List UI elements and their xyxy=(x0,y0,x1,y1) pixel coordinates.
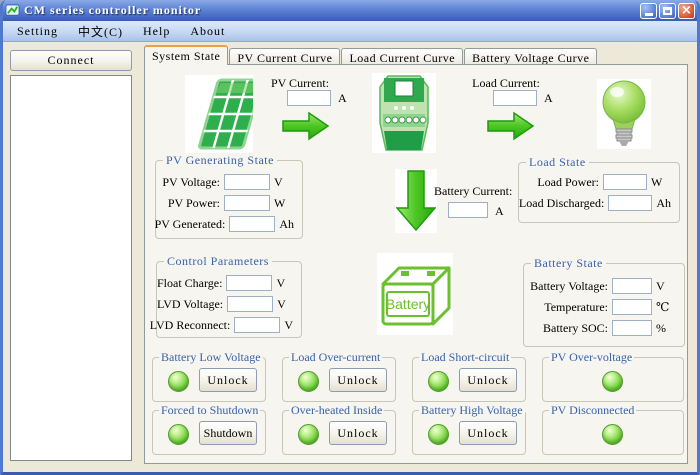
menu-setting[interactable]: Setting xyxy=(8,23,67,40)
close-icon[interactable]: × xyxy=(678,3,695,19)
pv-over-voltage-led xyxy=(602,371,623,392)
pv-current-unit: A xyxy=(338,91,347,106)
group-battery-state: Battery State Battery Voltage: V Tempera… xyxy=(523,263,685,347)
pv-current-label: PV Current: xyxy=(257,76,343,91)
load-power-field[interactable] xyxy=(603,174,647,190)
load-over-current-unlock-button[interactable]: Unlock xyxy=(329,368,387,392)
tab-system-state[interactable]: System State xyxy=(144,45,228,65)
device-list[interactable] xyxy=(10,75,132,461)
minimize-icon[interactable] xyxy=(640,3,657,19)
alarm-battery-low-voltage: Battery Low Voltage Unlock xyxy=(152,357,266,402)
battery-soc-field[interactable] xyxy=(612,320,652,336)
battery-high-voltage-led xyxy=(428,424,449,445)
group-pv-generating-state: PV Generating State PV Voltage: V PV Pow… xyxy=(155,160,303,239)
battery-current-unit: A xyxy=(495,204,504,219)
system-state-panel: PV Current: A Load Current xyxy=(144,64,688,464)
pv-flow-arrow-icon xyxy=(282,111,330,141)
tab-pv-current-curve[interactable]: PV Current Curve xyxy=(229,48,340,65)
battery-voltage-field[interactable] xyxy=(612,278,652,294)
app-icon xyxy=(5,3,20,18)
group-load-state: Load State Load Power: W Load Discharged… xyxy=(518,162,680,223)
titlebar[interactable]: CM series controller monitor × xyxy=(0,0,700,21)
menu-bar: Setting 中文(C) Help About xyxy=(0,21,700,42)
alarm-battery-high-voltage: Battery High Voltage Unlock xyxy=(412,410,526,455)
load-flow-arrow-icon xyxy=(487,111,535,141)
svg-text:Battery: Battery xyxy=(386,296,430,312)
load-discharged-field[interactable] xyxy=(608,195,652,211)
over-heated-inside-led xyxy=(298,424,319,445)
battery-low-voltage-unlock-button[interactable]: Unlock xyxy=(199,368,257,392)
battery-current-label: Battery Current: xyxy=(434,184,512,199)
temperature-field[interactable] xyxy=(612,299,652,315)
battery-flow-arrow-icon xyxy=(395,169,437,233)
menu-language[interactable]: 中文(C) xyxy=(69,22,132,41)
solar-panel-icon xyxy=(185,75,253,153)
client-area: Connect System State PV Current Curve Lo… xyxy=(3,42,697,472)
lvd-voltage-field[interactable] xyxy=(227,296,273,312)
lvd-reconnect-field[interactable] xyxy=(234,317,280,333)
alarm-grid: Battery Low Voltage Unlock Load Over-cur… xyxy=(152,357,684,455)
battery-current-field[interactable] xyxy=(448,202,488,218)
float-charge-field[interactable] xyxy=(226,275,272,291)
pv-disconnected-led xyxy=(602,424,623,445)
light-bulb-icon xyxy=(597,79,651,149)
pv-voltage-field[interactable] xyxy=(224,174,270,190)
alarm-over-heated-inside: Over-heated Inside Unlock xyxy=(282,410,396,455)
tab-strip: System State PV Current Curve Load Curre… xyxy=(144,45,598,65)
pv-current-field[interactable] xyxy=(287,90,331,106)
battery-low-voltage-led xyxy=(168,371,189,392)
tab-battery-voltage-curve[interactable]: Battery Voltage Curve xyxy=(464,48,597,65)
pv-generated-field[interactable] xyxy=(229,216,275,232)
menu-help[interactable]: Help xyxy=(134,23,179,40)
window-title: CM series controller monitor xyxy=(24,3,636,18)
controller-icon xyxy=(372,73,436,153)
tab-load-current-curve[interactable]: Load Current Curve xyxy=(341,48,463,65)
load-over-current-led xyxy=(298,371,319,392)
battery-icon: Battery xyxy=(377,253,453,335)
alarm-pv-disconnected: PV Disconnected xyxy=(542,410,684,455)
alarm-forced-to-shutdown: Forced to Shutdown Shutdown xyxy=(152,410,266,455)
over-heated-inside-unlock-button[interactable]: Unlock xyxy=(329,421,387,445)
load-current-field[interactable] xyxy=(493,90,537,106)
load-short-circuit-unlock-button[interactable]: Unlock xyxy=(459,368,517,392)
maximize-icon[interactable] xyxy=(659,3,676,19)
app-window: CM series controller monitor × Setting 中… xyxy=(0,0,700,475)
alarm-load-over-current: Load Over-current Unlock xyxy=(282,357,396,402)
alarm-pv-over-voltage: PV Over-voltage xyxy=(542,357,684,402)
pv-power-field[interactable] xyxy=(224,195,270,211)
load-short-circuit-led xyxy=(428,371,449,392)
alarm-load-short-circuit: Load Short-circuit Unlock xyxy=(412,357,526,402)
forced-to-shutdown-led xyxy=(168,424,189,445)
load-current-label: Load Current: xyxy=(463,76,549,91)
group-control-parameters: Control Parameters Float Charge: V LVD V… xyxy=(156,261,302,338)
menu-about[interactable]: About xyxy=(181,23,234,40)
connect-button[interactable]: Connect xyxy=(10,50,132,71)
battery-high-voltage-unlock-button[interactable]: Unlock xyxy=(459,421,517,445)
forced-to-shutdown-button[interactable]: Shutdown xyxy=(199,421,257,445)
load-current-unit: A xyxy=(544,91,553,106)
